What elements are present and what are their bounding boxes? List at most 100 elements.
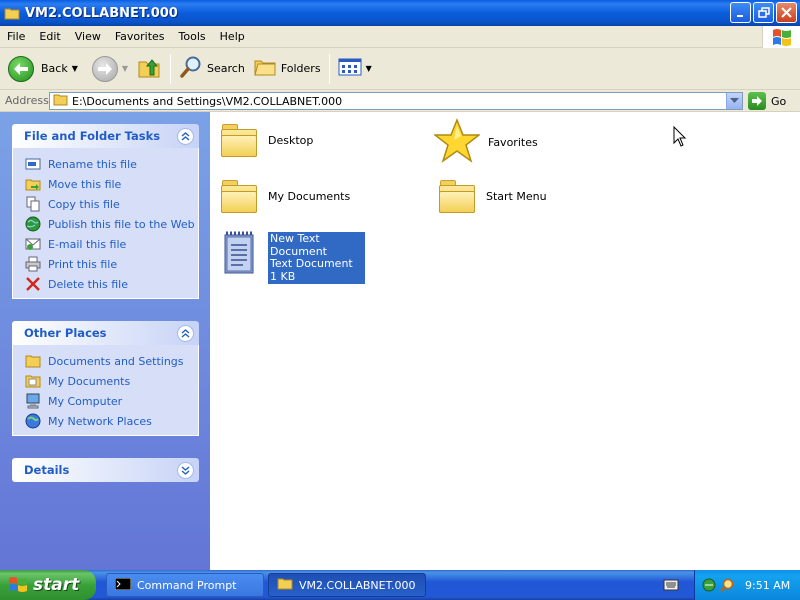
file-item-my-documents[interactable]: My Documents — [220, 178, 350, 214]
file-folder-tasks-panel: File and Folder Tasks Rename this file M… — [12, 124, 199, 299]
place-my-computer[interactable]: My Computer — [25, 391, 198, 411]
other-places-header[interactable]: Other Places — [12, 321, 199, 345]
network-tray-icon[interactable] — [701, 577, 717, 596]
file-folder-tasks-header[interactable]: File and Folder Tasks — [12, 124, 199, 148]
task-rename[interactable]: Rename this file — [25, 154, 198, 174]
place-label: My Documents — [48, 374, 131, 388]
task-label: Rename this file — [48, 157, 137, 171]
menu-view[interactable]: View — [68, 30, 108, 43]
go-button[interactable]: Go — [748, 92, 786, 110]
folder-icon — [220, 178, 260, 214]
collapse-chevron-icon[interactable] — [177, 324, 194, 342]
address-dropdown-icon[interactable] — [726, 93, 742, 109]
forward-dropdown-icon[interactable]: ▼ — [122, 64, 128, 73]
network-places-icon — [25, 413, 41, 429]
selected-file-name: New Text Document — [270, 232, 327, 258]
file-list-area[interactable]: Desktop Favorites My Documents Start Men… — [210, 112, 800, 570]
task-label: Print this file — [48, 257, 118, 271]
maximize-button[interactable] — [753, 2, 774, 23]
folders-button[interactable]: Folders — [249, 51, 325, 87]
task-email[interactable]: E-mail this file — [25, 234, 198, 254]
search-tray-icon[interactable] — [719, 577, 735, 596]
clock[interactable]: 9:51 AM — [745, 579, 790, 592]
place-my-documents[interactable]: My Documents — [25, 371, 198, 391]
file-folder-tasks-body: Rename this file Move this file Copy thi… — [12, 148, 199, 299]
menu-favorites[interactable]: Favorites — [108, 30, 172, 43]
expand-chevron-icon[interactable] — [177, 461, 194, 479]
back-button[interactable]: Back ▼ — [4, 51, 82, 87]
back-label: Back — [41, 62, 68, 75]
collapse-chevron-icon[interactable] — [177, 127, 194, 145]
folder-icon — [4, 7, 20, 20]
panel-title: File and Folder Tasks — [24, 129, 161, 143]
task-label: Move this file — [48, 177, 122, 191]
address-label: Address — [5, 94, 49, 107]
windows-logo-icon — [762, 26, 800, 48]
selected-file-size: 1 KB — [270, 269, 296, 283]
publish-web-icon — [25, 216, 41, 232]
task-label: Copy this file — [48, 197, 120, 211]
file-name: My Documents — [268, 189, 351, 203]
task-copy[interactable]: Copy this file — [25, 194, 198, 214]
task-label: Publish this file to the Web — [48, 217, 195, 231]
file-item-start-menu[interactable]: Start Menu — [438, 178, 547, 214]
menu-tools[interactable]: Tools — [172, 30, 213, 43]
details-panel: Details — [12, 458, 199, 482]
back-arrow-icon — [8, 55, 34, 82]
file-item-new-text-document[interactable] — [222, 230, 256, 279]
file-name: Start Menu — [486, 189, 547, 203]
minimize-button[interactable] — [730, 2, 751, 23]
up-folder-button[interactable] — [132, 51, 166, 87]
file-item-desktop[interactable]: Desktop — [220, 122, 313, 158]
place-my-network-places[interactable]: My Network Places — [25, 411, 198, 431]
move-icon — [25, 176, 41, 192]
command-prompt-icon — [114, 577, 132, 593]
window-title: VM2.COLLABNET.000 — [25, 5, 178, 21]
star-icon — [432, 117, 482, 167]
title-bar[interactable]: VM2.COLLABNET.000 — [0, 0, 800, 26]
start-button[interactable]: start — [0, 570, 96, 600]
folders-label: Folders — [280, 62, 321, 75]
task-move[interactable]: Move this file — [25, 174, 198, 194]
system-tray: 9:51 AM — [694, 570, 800, 600]
menu-bar: File Edit View Favorites Tools Help — [0, 26, 800, 48]
place-label: My Computer — [48, 394, 123, 408]
file-name: Desktop — [268, 133, 314, 147]
place-label: Documents and Settings — [48, 354, 184, 368]
panel-title: Other Places — [24, 326, 107, 340]
file-name: Favorites — [488, 136, 538, 149]
text-document-icon — [222, 230, 256, 279]
file-item-favorites[interactable]: Favorites — [432, 117, 538, 167]
taskbar-button-command-prompt[interactable]: Command Prompt — [106, 573, 264, 597]
toolbar-separator — [328, 53, 330, 84]
views-button[interactable]: ▼ — [334, 51, 376, 87]
selected-file-info[interactable]: New Text Document Text Document 1 KB — [268, 232, 365, 284]
task-print[interactable]: Print this file — [25, 254, 198, 274]
menu-file[interactable]: File — [0, 30, 32, 43]
task-pane: File and Folder Tasks Rename this file M… — [0, 112, 210, 570]
search-button[interactable]: Search — [175, 51, 249, 87]
address-input[interactable]: E:\Documents and Settings\VM2.COLLABNET.… — [49, 92, 743, 110]
go-arrow-icon — [748, 92, 766, 110]
delete-x-icon — [25, 276, 41, 292]
keyboard-icon[interactable] — [663, 578, 679, 595]
close-button[interactable] — [776, 2, 797, 23]
details-header[interactable]: Details — [12, 458, 199, 482]
views-icon — [338, 57, 362, 80]
other-places-panel: Other Places Documents and Settings My D… — [12, 321, 199, 436]
taskbar-button-explorer[interactable]: VM2.COLLABNET.000 — [268, 573, 426, 597]
taskbar-button-label: Command Prompt — [137, 578, 237, 592]
forward-button[interactable]: ▼ — [88, 51, 132, 87]
my-documents-icon — [25, 373, 41, 389]
views-dropdown-icon[interactable]: ▼ — [366, 64, 372, 73]
task-publish[interactable]: Publish this file to the Web — [25, 214, 198, 234]
address-bar: Address E:\Documents and Settings\VM2.CO… — [0, 90, 800, 112]
place-documents-and-settings[interactable]: Documents and Settings — [25, 351, 198, 371]
start-label: start — [33, 575, 80, 595]
task-delete[interactable]: Delete this file — [25, 274, 198, 294]
menu-help[interactable]: Help — [213, 30, 252, 43]
menu-edit[interactable]: Edit — [32, 30, 67, 43]
back-dropdown-icon[interactable]: ▼ — [72, 64, 78, 73]
windows-logo-icon — [8, 575, 28, 595]
other-places-body: Documents and Settings My Documents My C… — [12, 345, 199, 436]
